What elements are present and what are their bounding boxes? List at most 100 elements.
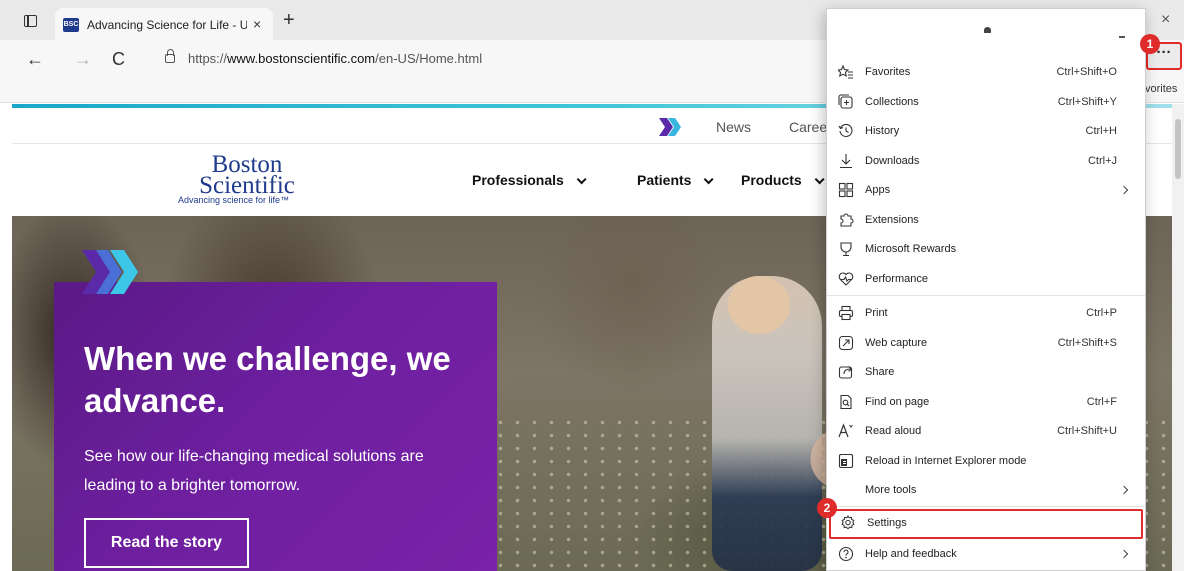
menu-item-read-aloud[interactable]: Read aloud Ctrl+Shift+U	[827, 417, 1145, 447]
step-badge-2: 2	[817, 498, 837, 518]
profile-dot-icon	[984, 27, 991, 33]
step-badge-1: 1	[1140, 34, 1160, 54]
extensions-icon	[840, 212, 854, 227]
menu-label: Downloads	[865, 154, 920, 167]
brand-logo[interactable]: Boston Scientific	[188, 152, 306, 199]
menu-item-share[interactable]: Share	[827, 358, 1145, 388]
read-aloud-icon	[838, 423, 853, 438]
nav-item-products[interactable]: Products	[741, 172, 825, 188]
menu-shortcut: Ctrl+Shift+O	[1056, 66, 1117, 78]
nav-item-patients[interactable]: Patients	[637, 172, 715, 188]
print-icon	[838, 305, 854, 321]
brand-chevron-icon	[659, 118, 681, 136]
menu-label: Performance	[865, 272, 928, 285]
menu-item-find-on-page[interactable]: Find on page Ctrl+F	[827, 388, 1145, 418]
menu-label: Help and feedback	[865, 547, 957, 560]
nav-label: Products	[741, 172, 802, 188]
menu-shortcut: Ctrl+Shift+S	[1057, 336, 1117, 349]
menu-item-apps[interactable]: Apps	[827, 176, 1145, 206]
tab-actions-icon[interactable]	[24, 15, 37, 27]
menu-shortcut: Ctrl+F	[1086, 395, 1117, 408]
downloads-icon	[840, 153, 852, 168]
menu-shortcut: Ctrl+P	[1086, 307, 1117, 319]
tab-close-icon[interactable]: ×	[253, 16, 261, 32]
nav-label: Professionals	[472, 172, 564, 188]
apps-icon	[838, 182, 854, 198]
chevron-right-icon	[1119, 185, 1129, 195]
settings-and-more-menu: Favorites Ctrl+Shift+O Collections Ctrl+…	[826, 8, 1146, 571]
menu-label: Extensions	[865, 213, 919, 226]
menu-item-print[interactable]: Print Ctrl+P	[827, 299, 1145, 329]
menu-item-downloads[interactable]: Downloads Ctrl+J	[827, 147, 1145, 177]
share-icon	[838, 366, 853, 379]
zoom-out-icon[interactable]	[1119, 36, 1125, 38]
forward-button[interactable]: →	[74, 49, 92, 69]
menu-shortcut: Ctrl+Shift+Y	[1057, 95, 1117, 108]
menu-item-reload-ie-mode[interactable]: Reload in Internet Explorer mode	[827, 447, 1145, 477]
settings-icon	[841, 515, 855, 530]
menu-label: More tools	[865, 484, 917, 496]
collections-icon	[838, 93, 853, 109]
nav-item-professionals[interactable]: Professionals	[472, 172, 587, 188]
menu-label: Reload in Internet Explorer mode	[865, 454, 1027, 467]
rewards-icon	[840, 242, 852, 257]
hero-photo-head	[728, 276, 790, 334]
utility-link-careers[interactable]: Caree	[789, 119, 827, 135]
menu-label: Favorites	[865, 66, 911, 78]
menu-item-settings[interactable]: Settings	[829, 509, 1143, 539]
ie-mode-icon	[838, 453, 854, 468]
menu-item-extensions[interactable]: Extensions	[827, 206, 1145, 236]
menu-label: Read aloud	[865, 425, 922, 437]
hero-chevron-icon	[82, 250, 138, 294]
read-the-story-button[interactable]: Read the story	[84, 518, 249, 568]
tab-title: Advancing Science for Life - US	[87, 18, 247, 32]
menu-item-performance[interactable]: Performance	[827, 265, 1145, 295]
new-tab-button[interactable]: +	[283, 9, 295, 31]
web-capture-icon	[838, 335, 854, 350]
menu-item-favorites[interactable]: Favorites Ctrl+Shift+O	[827, 58, 1145, 88]
chevron-down-icon	[576, 174, 587, 185]
url-prefix: https://	[188, 51, 228, 66]
url-path: /en-US/Home.html	[375, 51, 483, 66]
menu-label: Share	[865, 366, 895, 378]
menu-item-help-and-feedback[interactable]: Help and feedback	[827, 540, 1145, 570]
history-icon	[838, 123, 853, 137]
find-icon	[840, 394, 852, 409]
lock-icon[interactable]	[165, 49, 175, 63]
menu-item-history[interactable]: History Ctrl+H	[827, 117, 1145, 147]
site-favicon-icon: BSC	[63, 18, 79, 32]
chevron-right-icon	[1119, 549, 1129, 558]
refresh-button[interactable]: C	[112, 49, 125, 69]
menu-item-collections[interactable]: Collections Ctrl+Shift+Y	[827, 88, 1145, 118]
menu-label: Find on page	[865, 395, 930, 408]
hero-panel: When we challenge, we advance. See how o…	[54, 282, 497, 571]
url-domain: www.bostonscientific.com	[227, 51, 376, 66]
help-icon	[838, 546, 854, 561]
scrollbar-thumb[interactable]	[1175, 119, 1181, 179]
performance-icon	[838, 271, 854, 286]
chevron-down-icon	[814, 174, 825, 185]
brand-name-line2: Scientific	[199, 172, 295, 199]
browser-tab[interactable]: BSC Advancing Science for Life - US ×	[55, 8, 273, 40]
chevron-down-icon	[704, 174, 715, 185]
url-field[interactable]: https://www.bostonscientific.com/en-US/H…	[188, 51, 482, 66]
favorites-icon	[838, 64, 853, 79]
menu-item-web-capture[interactable]: Web capture Ctrl+Shift+S	[827, 329, 1145, 359]
nav-label: Patients	[637, 172, 692, 188]
menu-label: Apps	[865, 184, 891, 196]
back-button[interactable]: ←	[26, 49, 44, 69]
menu-zoom-row	[827, 9, 1147, 59]
utility-link-news[interactable]: News	[716, 119, 751, 135]
menu-shortcut: Ctrl+J	[1087, 154, 1117, 167]
menu-shortcut: Ctrl+H	[1085, 125, 1117, 137]
menu-item-microsoft-rewards[interactable]: Microsoft Rewards	[827, 235, 1145, 265]
menu-shortcut: Ctrl+Shift+U	[1057, 425, 1117, 437]
hero-title: When we challenge, we advance.	[84, 340, 451, 419]
page-scrollbar[interactable]	[1172, 104, 1184, 571]
menu-item-more-tools[interactable]: More tools	[827, 476, 1145, 506]
window-close-icon[interactable]: ×	[1161, 11, 1170, 29]
menu-divider	[827, 295, 1145, 296]
menu-divider	[827, 506, 1145, 507]
menu-label: Print	[865, 307, 888, 319]
favorites-bar-label[interactable]: vorites	[1145, 83, 1177, 95]
